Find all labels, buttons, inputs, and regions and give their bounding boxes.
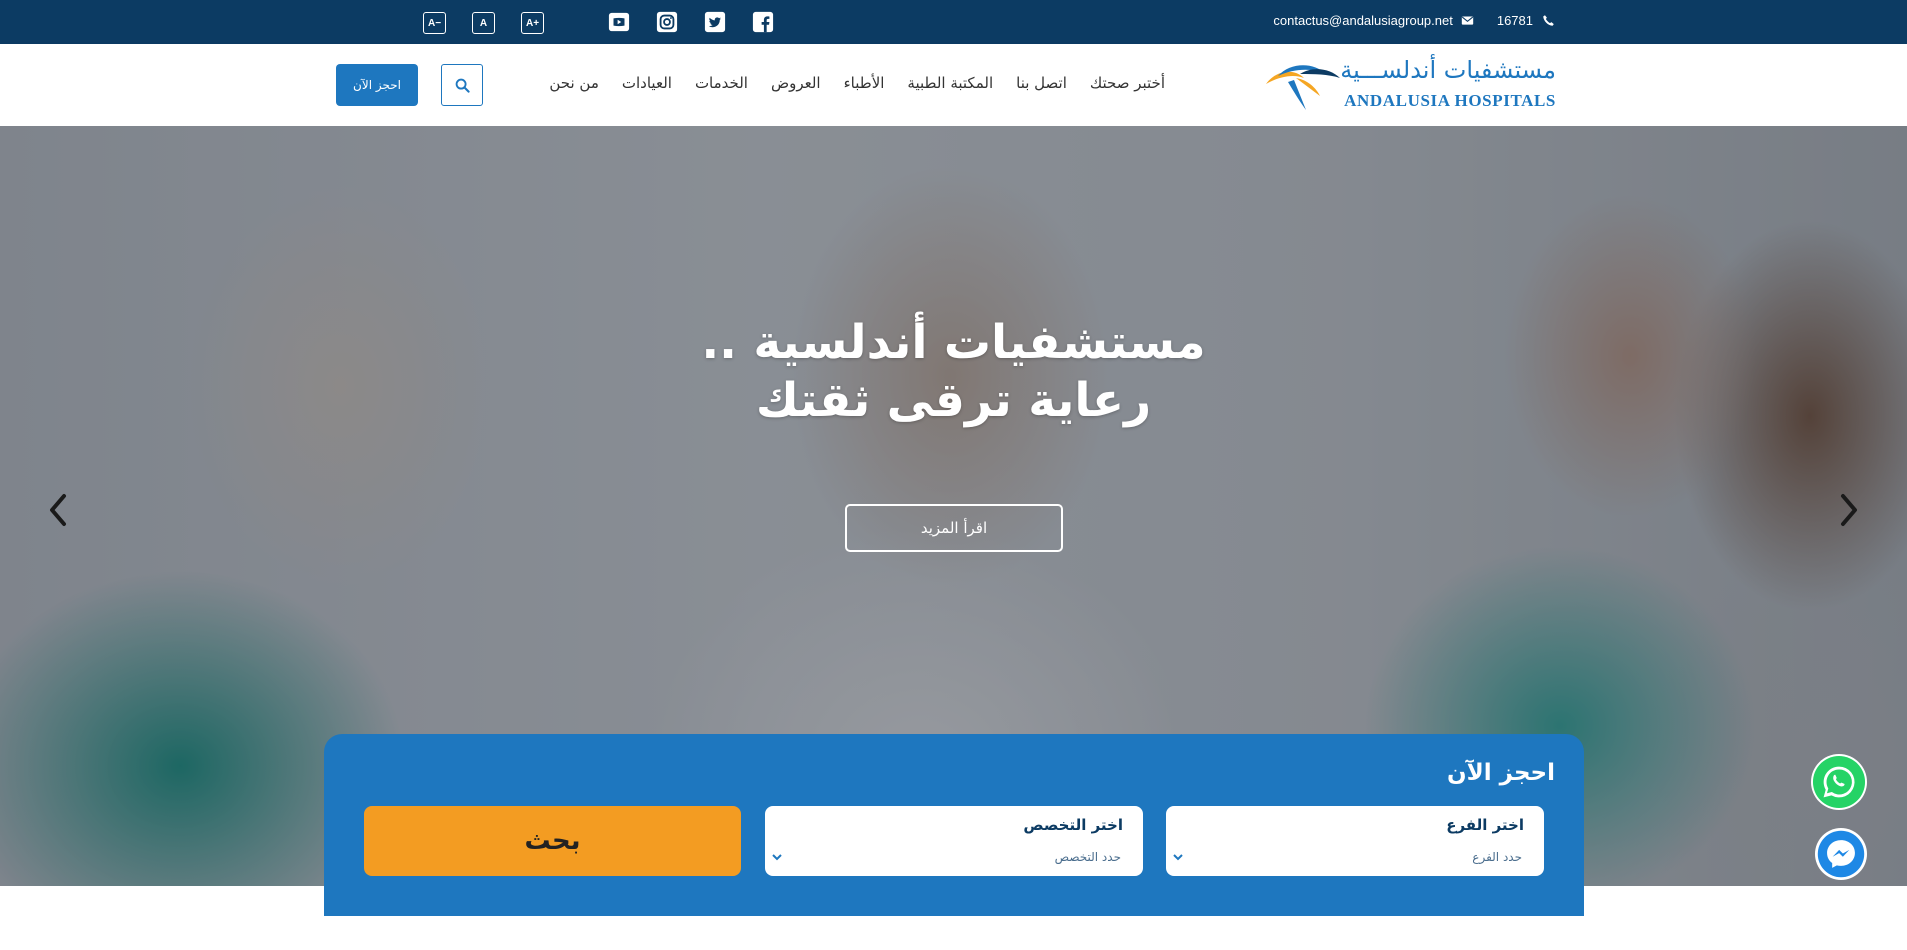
nav-doctors[interactable]: الأطباء (844, 74, 885, 92)
whatsapp-button[interactable] (1811, 754, 1867, 810)
search-icon (455, 78, 470, 93)
nav-health-test[interactable]: أختبر صحتك (1090, 74, 1165, 92)
messenger-button[interactable] (1815, 828, 1867, 880)
hero-title-line-2: رعاية ترقى ثقتك (755, 373, 1152, 428)
search-button[interactable] (441, 64, 483, 106)
main-nav: من نحن العيادات الخدمات العروض الأطباء ا… (526, 74, 1165, 92)
chevron-right-icon (1841, 494, 1857, 526)
branch-placeholder: حدد الفرع (1472, 850, 1522, 864)
slider-next-arrow[interactable] (1834, 490, 1864, 530)
facebook-icon[interactable] (752, 11, 774, 33)
logo-arabic-text: مستشفيات أندلســـية (1340, 56, 1556, 84)
read-more-button[interactable]: اقرأ المزيد (845, 504, 1063, 552)
chevron-down-icon (1173, 854, 1183, 861)
nav-about[interactable]: من نحن (549, 74, 599, 92)
hero-title: مستشفيات أندلسية .. رعاية ترقى ثقتك (0, 314, 1907, 430)
youtube-icon[interactable] (608, 11, 630, 33)
nav-services[interactable]: الخدمات (695, 74, 748, 92)
messenger-icon (1817, 830, 1865, 878)
increase-font-button[interactable]: A+ (521, 12, 544, 34)
branch-select[interactable]: اختر الفرع حدد الفرع (1166, 806, 1544, 876)
book-now-button[interactable]: احجز الآن (336, 64, 418, 106)
envelope-icon (1461, 14, 1475, 28)
top-bar: A− A A+ contactus@andalusiagroup.net 167… (0, 0, 1907, 44)
email-text[interactable]: contactus@andalusiagroup.net (1273, 13, 1452, 28)
social-links (608, 11, 800, 33)
nav-clinics[interactable]: العيادات (622, 74, 672, 92)
phone-icon (1541, 14, 1555, 28)
booking-panel: احجز الآن اختر الفرع حدد الفرع اختر التخ… (324, 734, 1584, 916)
twitter-icon[interactable] (704, 11, 726, 33)
hero-title-line-1: مستشفيات أندلسية .. (701, 315, 1206, 370)
main-header: مستشفيات أندلســـية ANDALUSIA HOSPITALS … (0, 44, 1907, 126)
chevron-down-icon (772, 854, 782, 861)
nav-contact[interactable]: اتصل بنا (1016, 74, 1067, 92)
specialty-label: اختر التخصص (1023, 816, 1123, 834)
logo-english-text: ANDALUSIA HOSPITALS (1344, 91, 1556, 110)
instagram-icon[interactable] (656, 11, 678, 33)
booking-title: احجز الآن (1447, 760, 1555, 786)
branch-label: اختر الفرع (1446, 816, 1524, 834)
logo-mark-icon (1266, 65, 1340, 110)
nav-offers[interactable]: العروض (771, 74, 821, 92)
slider-prev-arrow[interactable] (43, 490, 73, 530)
decrease-font-button[interactable]: A− (423, 12, 446, 34)
reset-font-button[interactable]: A (472, 12, 495, 34)
whatsapp-icon (1812, 755, 1866, 809)
hospital-logo[interactable]: مستشفيات أندلســـية ANDALUSIA HOSPITALS (1264, 54, 1556, 116)
nav-medical-library[interactable]: المكتبة الطبية (907, 74, 993, 92)
phone-text[interactable]: 16781 (1497, 13, 1533, 28)
search-submit-button[interactable]: بحث (364, 806, 741, 876)
chevron-left-icon (50, 494, 66, 526)
specialty-select[interactable]: اختر التخصص حدد التخصص (765, 806, 1143, 876)
specialty-placeholder: حدد التخصص (1054, 850, 1121, 864)
font-size-controls: A− A A+ (423, 12, 570, 34)
contact-info: contactus@andalusiagroup.net 16781 (1273, 13, 1555, 28)
